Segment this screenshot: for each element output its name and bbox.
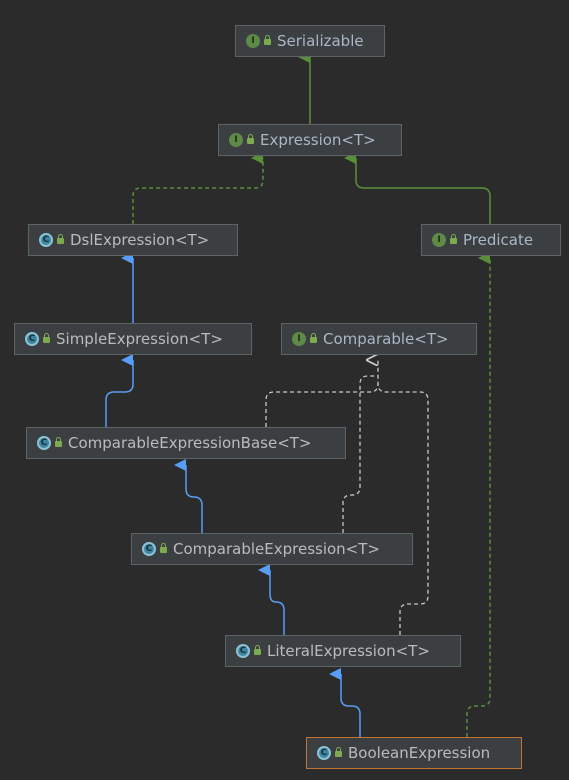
interface-icon: I	[432, 233, 446, 247]
edge-comparableexpression-to-comparableexpressionbase	[174, 459, 203, 533]
node-label: Comparable<T>	[323, 330, 449, 348]
node-predicate[interactable]: I Predicate	[421, 224, 561, 256]
class-hierarchy-diagram: I Serializable I Expression<T> C DslExpr…	[0, 0, 569, 780]
lock-icon	[160, 543, 167, 553]
edge-booleanexpression-to-literalexpression	[329, 668, 361, 737]
abstract-class-icon: C	[317, 746, 331, 760]
node-label: Serializable	[277, 32, 364, 50]
edge-predicate-to-expression	[344, 152, 491, 224]
edge-literalexpression-to-comparableexpression	[258, 564, 285, 635]
edge-literalexpression-to-comparable	[377, 383, 429, 635]
lock-icon	[57, 234, 64, 244]
abstract-class-icon: C	[25, 332, 39, 346]
edge-dslexpression-to-expression	[132, 152, 264, 224]
interface-icon: I	[246, 34, 260, 48]
edge-comparableexpressionbase-to-comparable	[265, 360, 379, 427]
edge-comparableexpression-to-comparable	[342, 375, 378, 533]
lock-icon	[254, 645, 261, 655]
node-label: ComparableExpression<T>	[173, 540, 380, 558]
abstract-class-icon: C	[39, 233, 53, 247]
node-literalexpression[interactable]: C LiteralExpression<T>	[225, 635, 461, 667]
node-serializable[interactable]: I Serializable	[235, 25, 385, 57]
node-booleanexpression[interactable]: C BooleanExpression	[306, 737, 522, 769]
node-expression[interactable]: I Expression<T>	[218, 124, 402, 156]
node-label: BooleanExpression	[348, 744, 491, 762]
lock-icon	[247, 134, 254, 144]
abstract-class-icon: C	[142, 542, 156, 556]
node-label: DslExpression<T>	[70, 231, 210, 249]
lock-icon	[55, 437, 62, 447]
abstract-class-icon: C	[37, 436, 51, 450]
edge-comparableexpressionbase-to-simpleexpression	[105, 354, 134, 427]
node-dslexpression[interactable]: C DslExpression<T>	[28, 224, 238, 256]
node-simpleexpression[interactable]: C SimpleExpression<T>	[14, 323, 252, 355]
abstract-class-icon: C	[236, 644, 250, 658]
node-label: Predicate	[463, 231, 534, 249]
node-label: LiteralExpression<T>	[267, 642, 430, 660]
lock-icon	[43, 333, 50, 343]
lock-icon	[310, 333, 317, 343]
node-label: ComparableExpressionBase<T>	[68, 434, 312, 452]
node-label: SimpleExpression<T>	[56, 330, 223, 348]
lock-icon	[264, 35, 271, 45]
lock-icon	[450, 234, 457, 244]
interface-icon: I	[229, 133, 243, 147]
interface-icon: I	[292, 332, 306, 346]
node-comparableexpressionbase[interactable]: C ComparableExpressionBase<T>	[26, 427, 346, 459]
node-label: Expression<T>	[260, 131, 376, 149]
node-comparableexpression[interactable]: C ComparableExpression<T>	[131, 533, 413, 565]
node-comparable[interactable]: I Comparable<T>	[281, 323, 477, 355]
lock-icon	[335, 747, 342, 757]
